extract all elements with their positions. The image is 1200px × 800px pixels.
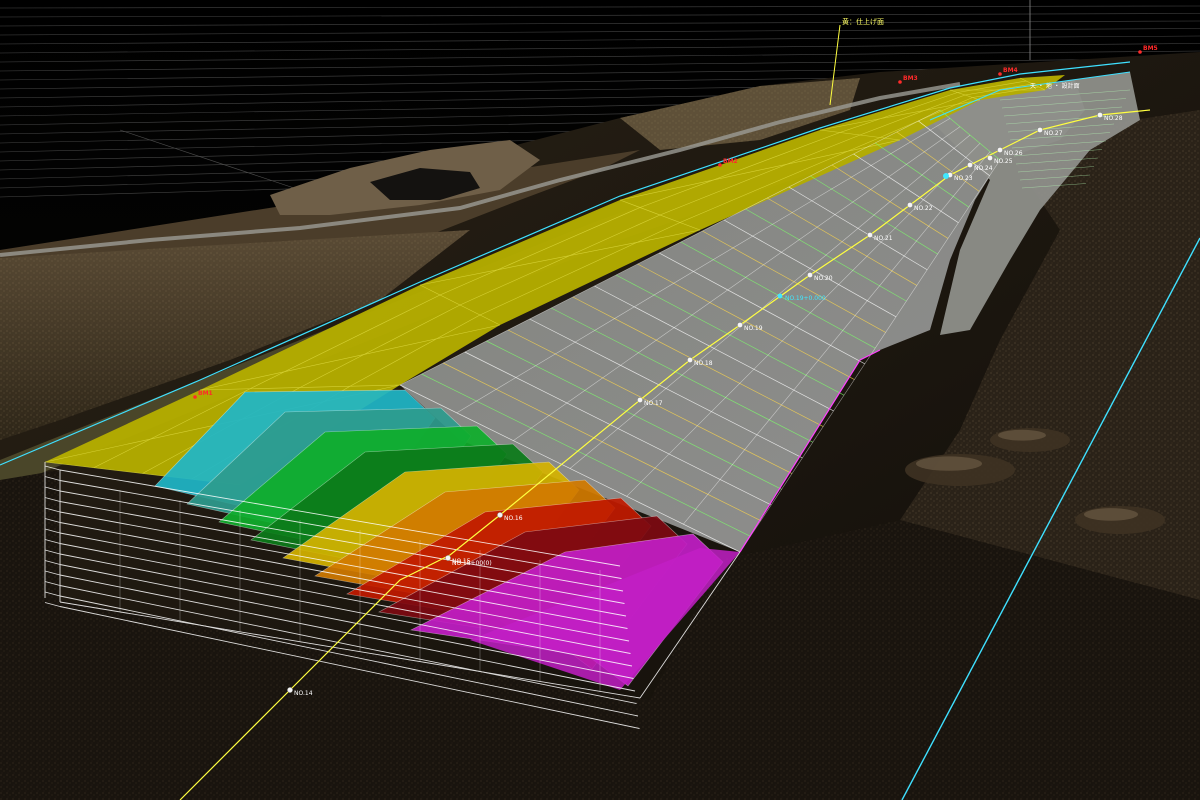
station-point bbox=[687, 357, 693, 363]
station-point bbox=[807, 272, 813, 278]
station-point-cyan bbox=[777, 293, 783, 299]
red-marker-label: BM5 bbox=[1143, 45, 1158, 52]
red-marker-label: BM2 bbox=[723, 158, 738, 165]
station-label: NO.19 bbox=[744, 325, 763, 332]
point-cloud-3d-viewport[interactable]: NO.14NO.15NO.16NO.17NO.18NO.19NO.20NO.21… bbox=[0, 0, 1200, 800]
red-marker bbox=[193, 395, 197, 399]
station-point bbox=[987, 155, 993, 161]
station-label-cyan: NO.19+0.000 bbox=[785, 295, 826, 302]
station-label: NO.17 bbox=[644, 400, 663, 407]
station-label: NO.27 bbox=[1044, 130, 1063, 137]
station-label: NO.14 bbox=[294, 690, 313, 697]
spoil-pile-highlight bbox=[998, 429, 1046, 441]
station-label: NO.21 bbox=[874, 235, 893, 242]
station-point bbox=[967, 162, 973, 168]
station-label: NO.18 bbox=[694, 360, 713, 367]
red-marker bbox=[718, 163, 722, 167]
station-label: NO.20 bbox=[814, 275, 833, 282]
top-right-label: 天 ・ 地 ・ 設計面 bbox=[1030, 82, 1080, 90]
red-marker bbox=[898, 80, 902, 84]
red-marker bbox=[1138, 50, 1142, 54]
station-point bbox=[737, 322, 743, 328]
station-point bbox=[1097, 112, 1103, 118]
station-point bbox=[867, 232, 873, 238]
spoil-pile-highlight bbox=[916, 456, 982, 471]
station-label: NO.24 bbox=[974, 165, 993, 172]
red-marker-label: BM3 bbox=[903, 75, 918, 82]
finish-surface-label: 黄：仕上げ面 bbox=[842, 17, 884, 26]
station-label: NO.25 bbox=[994, 158, 1013, 165]
spoil-pile-highlight bbox=[1084, 508, 1138, 521]
station-point bbox=[907, 202, 913, 208]
station-point bbox=[997, 147, 1003, 153]
station-label: NO.26 bbox=[1004, 150, 1023, 157]
station-point bbox=[1037, 127, 1043, 133]
station-label: NO.23 bbox=[954, 175, 973, 182]
station-label: NO.28 bbox=[1104, 115, 1123, 122]
red-marker-label: BM1 bbox=[198, 390, 213, 397]
station-point bbox=[637, 397, 643, 403]
station-point bbox=[287, 687, 293, 693]
station-point bbox=[497, 512, 503, 518]
station-point bbox=[445, 555, 451, 561]
station-label: NO.16 bbox=[504, 515, 523, 522]
station-label-sub: NO.18+00(0) bbox=[452, 560, 492, 567]
station-label: NO.22 bbox=[914, 205, 933, 212]
station-point-cyan bbox=[943, 173, 949, 179]
red-marker bbox=[998, 72, 1002, 76]
red-marker-label: BM4 bbox=[1003, 67, 1018, 74]
